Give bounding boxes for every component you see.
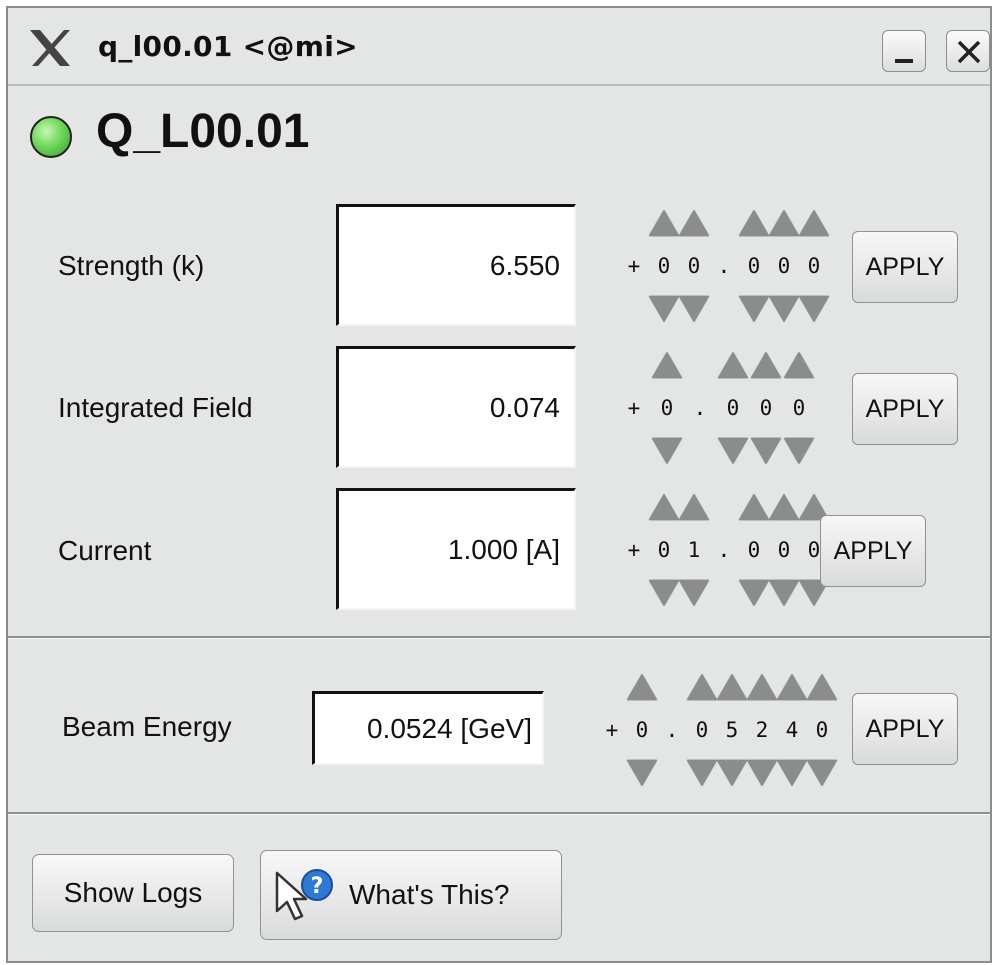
digit: .: [693, 396, 707, 420]
decrement-arrow-icon[interactable]: [649, 296, 679, 322]
decrement-arrow-icon[interactable]: [777, 760, 807, 786]
digit: 0: [747, 254, 761, 278]
increment-arrow-icon[interactable]: [717, 674, 747, 700]
increment-arrow-icon[interactable]: [769, 494, 799, 520]
beam-energy-apply-button[interactable]: APPLY: [852, 693, 958, 765]
svg-text:?: ?: [311, 874, 324, 899]
digit: 0: [759, 396, 773, 420]
decrement-arrow-icon[interactable]: [679, 580, 709, 606]
digit: +: [627, 396, 641, 420]
status-led: [30, 116, 72, 158]
current-label: Current: [58, 535, 152, 566]
digit: 0: [726, 396, 740, 420]
decrement-arrow-icon[interactable]: [799, 296, 829, 322]
strength-label: Strength (k): [58, 250, 205, 281]
decrement-arrow-icon[interactable]: [769, 580, 799, 606]
increment-arrow-icon[interactable]: [747, 674, 777, 700]
x-logo-icon: [30, 30, 70, 66]
digit: +: [627, 538, 641, 562]
decrement-arrow-icon[interactable]: [649, 580, 679, 606]
current-apply-button[interactable]: APPLY: [820, 515, 926, 587]
close-button[interactable]: [946, 30, 990, 72]
digit: .: [665, 718, 679, 742]
increment-arrow-icon[interactable]: [679, 494, 709, 520]
digit: 5: [725, 718, 739, 742]
digit: 0: [777, 538, 791, 562]
decrement-arrow-icon[interactable]: [747, 760, 777, 786]
increment-arrow-icon[interactable]: [627, 674, 657, 700]
integrated-field-label: Integrated Field: [58, 392, 253, 423]
title-bar[interactable]: q_l00.01 <@mi>: [8, 8, 990, 86]
whats-this-button[interactable]: ? What's This?: [260, 850, 562, 940]
separator: [8, 812, 990, 815]
digit: 2: [755, 718, 769, 742]
digit: .: [717, 254, 731, 278]
window-title: q_l00.01 <@mi>: [98, 30, 358, 63]
digit: 0: [657, 254, 671, 278]
digit: 0: [807, 254, 821, 278]
decrement-arrow-icon[interactable]: [718, 438, 748, 464]
digit: 0: [695, 718, 709, 742]
decrement-arrow-icon[interactable]: [627, 760, 657, 786]
increment-arrow-icon[interactable]: [679, 210, 709, 236]
decrement-arrow-icon[interactable]: [739, 296, 769, 322]
device-name: Q_L00.01: [96, 105, 310, 158]
separator: [8, 636, 990, 639]
digit: 0: [660, 396, 674, 420]
decrement-arrow-icon[interactable]: [784, 438, 814, 464]
digit: 0: [777, 254, 791, 278]
beam-energy-value: 0.0524 [GeV]: [312, 691, 544, 765]
digit: 0: [747, 538, 761, 562]
increment-arrow-icon[interactable]: [777, 674, 807, 700]
increment-arrow-icon[interactable]: [807, 674, 837, 700]
integrated-field-value: 0.074: [336, 346, 576, 468]
increment-arrow-icon[interactable]: [687, 674, 717, 700]
decrement-arrow-icon[interactable]: [807, 760, 837, 786]
digit: 4: [785, 718, 799, 742]
increment-arrow-icon[interactable]: [751, 352, 781, 378]
digit: 0: [687, 254, 701, 278]
increment-arrow-icon[interactable]: [718, 352, 748, 378]
increment-arrow-icon[interactable]: [739, 210, 769, 236]
show-logs-button[interactable]: Show Logs: [32, 854, 234, 932]
decrement-arrow-icon[interactable]: [751, 438, 781, 464]
digit: +: [627, 254, 641, 278]
decrement-arrow-icon[interactable]: [679, 296, 709, 322]
close-icon: [957, 40, 981, 64]
digit: 1: [687, 538, 701, 562]
decrement-arrow-icon[interactable]: [652, 438, 682, 464]
current-value: 1.000 [A]: [336, 488, 576, 610]
decrement-arrow-icon[interactable]: [739, 580, 769, 606]
decrement-arrow-icon[interactable]: [687, 760, 717, 786]
digit: 0: [792, 396, 806, 420]
minimize-button[interactable]: [882, 30, 926, 72]
increment-arrow-icon[interactable]: [649, 494, 679, 520]
strength-apply-button[interactable]: APPLY: [852, 231, 958, 303]
increment-arrow-icon[interactable]: [739, 494, 769, 520]
increment-arrow-icon[interactable]: [784, 352, 814, 378]
increment-arrow-icon[interactable]: [769, 210, 799, 236]
digit: +: [605, 718, 619, 742]
digit: 0: [657, 538, 671, 562]
whats-this-icon: ?: [275, 869, 333, 921]
integrated-field-apply-button[interactable]: APPLY: [852, 373, 958, 445]
decrement-arrow-icon[interactable]: [769, 296, 799, 322]
increment-arrow-icon[interactable]: [652, 352, 682, 378]
decrement-arrow-icon[interactable]: [717, 760, 747, 786]
digit: .: [717, 538, 731, 562]
increment-arrow-icon[interactable]: [799, 210, 829, 236]
beam-energy-label: Beam Energy: [62, 711, 232, 742]
digit: 0: [815, 718, 829, 742]
whats-this-label: What's This?: [349, 879, 510, 910]
strength-value: 6.550: [336, 204, 576, 326]
digit: 0: [635, 718, 649, 742]
dialog-window: q_l00.01 <@mi> Q_L00.01 Strength (k) 6.5…: [6, 6, 992, 963]
increment-arrow-icon[interactable]: [649, 210, 679, 236]
